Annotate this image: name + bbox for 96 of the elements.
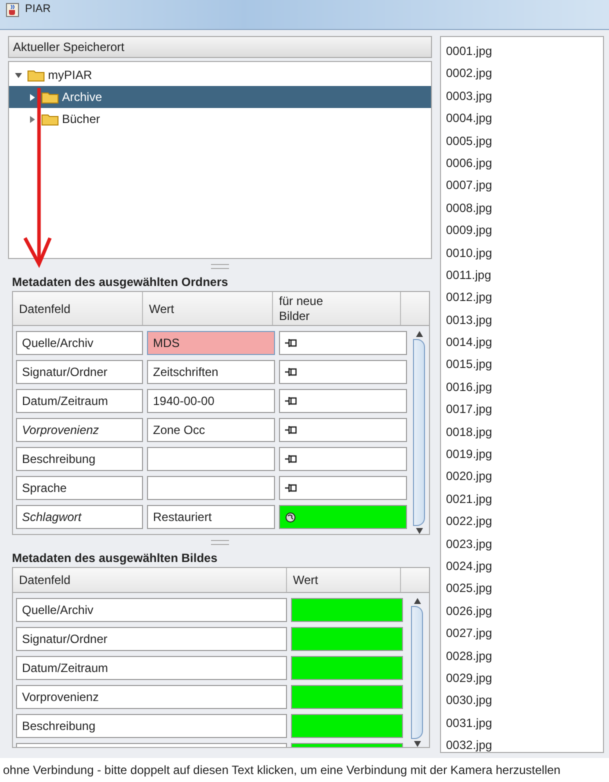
scroll-up-icon[interactable] bbox=[414, 598, 420, 604]
scroll-up-icon[interactable] bbox=[416, 331, 422, 337]
file-item[interactable]: 0017.jpg bbox=[441, 398, 603, 421]
cup-icon bbox=[6, 3, 19, 17]
field-cell: Quelle/Archiv bbox=[16, 331, 143, 355]
file-item[interactable]: 0003.jpg bbox=[441, 84, 603, 108]
file-item[interactable]: 0028.jpg bbox=[441, 644, 603, 667]
file-item[interactable]: 0020.jpg bbox=[441, 465, 603, 488]
field-cell: Datum/Zeitraum bbox=[16, 656, 287, 680]
file-item[interactable]: 0007.jpg bbox=[441, 174, 603, 197]
window-title: PIAR bbox=[25, 3, 51, 15]
field-cell: Signatur/Ordner bbox=[16, 627, 287, 651]
field-cell: Sprache bbox=[16, 476, 143, 500]
tree-item[interactable]: Bücher bbox=[9, 108, 431, 130]
column-header[interactable]: Wert bbox=[143, 292, 273, 325]
value-field[interactable]: Zone Occ bbox=[147, 418, 275, 442]
file-item[interactable]: 0031.jpg bbox=[441, 712, 603, 734]
file-item[interactable]: 0024.jpg bbox=[441, 554, 603, 578]
file-item[interactable]: 0006.jpg bbox=[441, 152, 603, 174]
field-cell: Vorprovenienz bbox=[16, 685, 287, 709]
toggle-cell[interactable] bbox=[279, 505, 407, 529]
tree-item[interactable]: myPIAR bbox=[9, 64, 431, 86]
collapsed-arrow-icon[interactable] bbox=[29, 94, 36, 100]
pin-icon bbox=[285, 367, 298, 377]
status-message[interactable]: ohne Verbindung - bitte doppelt auf diesen Text klicken, um eine Verbindung mit der Kamera herzustellen bbox=[0, 758, 609, 782]
field-cell: Schlagwort bbox=[16, 505, 143, 529]
file-item[interactable]: 0012.jpg bbox=[441, 286, 603, 309]
value-field[interactable]: Restauriert bbox=[147, 505, 275, 529]
pin-icon bbox=[285, 338, 298, 348]
file-item[interactable]: 0022.jpg bbox=[441, 510, 603, 533]
value-field[interactable] bbox=[291, 598, 403, 622]
section-title: Metadaten des ausgewählten Ordners bbox=[11, 274, 230, 291]
value-field[interactable] bbox=[291, 685, 403, 709]
scroll-down-icon[interactable] bbox=[414, 741, 420, 747]
value-field[interactable] bbox=[147, 447, 275, 471]
toggle-cell[interactable] bbox=[279, 360, 407, 384]
column-header[interactable]: Datenfeld bbox=[13, 568, 287, 592]
toggle-cell[interactable] bbox=[279, 389, 407, 413]
field-cell: Datum/Zeitraum bbox=[16, 389, 143, 413]
file-item[interactable]: 0029.jpg bbox=[441, 666, 603, 690]
value-field[interactable] bbox=[291, 627, 403, 651]
folder-icon bbox=[41, 90, 59, 104]
value-field[interactable]: 1940-00-00 bbox=[147, 389, 275, 413]
pin-icon bbox=[285, 425, 298, 435]
file-item[interactable]: 0013.jpg bbox=[441, 308, 603, 332]
file-item[interactable]: 0026.jpg bbox=[441, 600, 603, 622]
file-item[interactable]: 0011.jpg bbox=[441, 264, 603, 286]
pin-icon bbox=[285, 483, 298, 493]
file-item[interactable]: 0032.jpg bbox=[441, 734, 603, 756]
file-item[interactable]: 0030.jpg bbox=[441, 689, 603, 712]
file-item[interactable]: 0008.jpg bbox=[441, 196, 603, 220]
file-item[interactable]: 0001.jpg bbox=[441, 40, 603, 62]
scroll-down-icon[interactable] bbox=[416, 528, 422, 534]
file-item[interactable]: 0023.jpg bbox=[441, 532, 603, 555]
collapsed-arrow-icon[interactable] bbox=[29, 116, 36, 122]
panel-header: Aktueller Speicherort bbox=[8, 36, 432, 58]
file-item[interactable]: 0009.jpg bbox=[441, 219, 603, 242]
folder-icon bbox=[41, 112, 59, 126]
file-item[interactable]: 0021.jpg bbox=[441, 488, 603, 510]
expanded-arrow-icon[interactable] bbox=[15, 72, 22, 78]
tree-item[interactable]: Archive bbox=[9, 86, 431, 108]
toggle-cell[interactable] bbox=[279, 418, 407, 442]
toggle-cell[interactable] bbox=[279, 447, 407, 471]
file-item[interactable]: 0014.jpg bbox=[441, 331, 603, 354]
field-cell: Beschreibung bbox=[16, 447, 143, 471]
field-cell: Signatur/Ordner bbox=[16, 360, 143, 384]
toggle-cell[interactable] bbox=[279, 331, 407, 355]
column-header[interactable]: Wert bbox=[287, 568, 401, 592]
file-item[interactable]: 0025.jpg bbox=[441, 577, 603, 600]
value-field[interactable]: MDS bbox=[147, 331, 275, 355]
value-field[interactable] bbox=[147, 476, 275, 500]
field-cell: Beschreibung bbox=[16, 714, 287, 738]
value-field[interactable] bbox=[291, 656, 403, 680]
value-field[interactable] bbox=[291, 714, 403, 738]
globe-icon bbox=[285, 512, 296, 522]
pin-icon bbox=[285, 396, 298, 406]
file-item[interactable]: 0027.jpg bbox=[441, 622, 603, 645]
field-cell: Vorprovenienz bbox=[16, 418, 143, 442]
file-item[interactable]: 0010.jpg bbox=[441, 242, 603, 264]
file-item[interactable]: 0016.jpg bbox=[441, 376, 603, 398]
column-header[interactable]: Datenfeld bbox=[13, 292, 143, 325]
scrollbar-thumb[interactable] bbox=[413, 339, 425, 526]
file-item[interactable]: 0002.jpg bbox=[441, 62, 603, 85]
toggle-cell[interactable] bbox=[279, 476, 407, 500]
section-title: Metadaten des ausgewählten Bildes bbox=[11, 550, 218, 567]
folder-icon bbox=[27, 68, 45, 82]
file-item[interactable]: 0015.jpg bbox=[441, 353, 603, 376]
file-item[interactable]: 0004.jpg bbox=[441, 107, 603, 130]
scrollbar-thumb[interactable] bbox=[411, 606, 423, 739]
field-cell: Quelle/Archiv bbox=[16, 598, 287, 622]
file-item[interactable]: 0019.jpg bbox=[441, 443, 603, 466]
file-item[interactable]: 0018.jpg bbox=[441, 420, 603, 444]
column-header[interactable]: für neue Bilder bbox=[273, 292, 401, 325]
pin-icon bbox=[285, 454, 298, 464]
file-item[interactable]: 0005.jpg bbox=[441, 130, 603, 152]
value-field[interactable]: Zeitschriften bbox=[147, 360, 275, 384]
